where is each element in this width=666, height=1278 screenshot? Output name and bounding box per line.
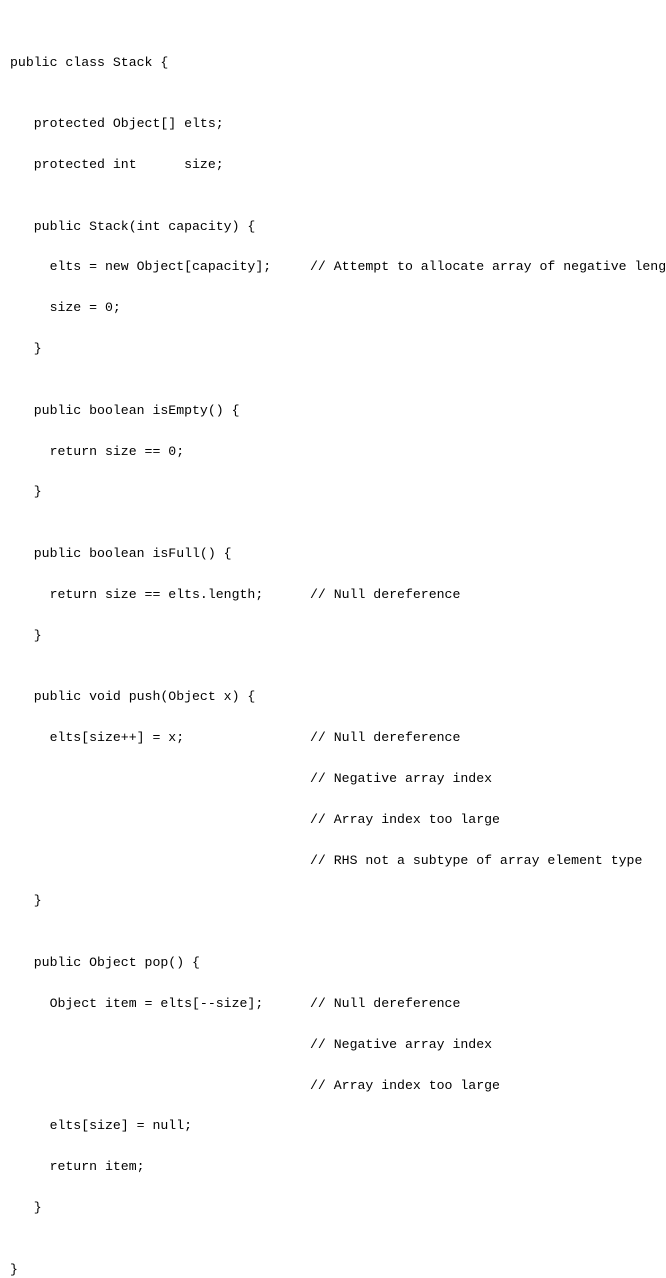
code-comment: // Negative array index	[310, 1035, 492, 1055]
code-line: public Object pop() {	[10, 953, 656, 973]
code-line: // RHS not a subtype of array element ty…	[10, 851, 656, 871]
code-line: // Negative array index	[10, 769, 656, 789]
code-line: protected Object[] elts;	[10, 114, 656, 134]
code-comment: // Attempt to allocate array of negative…	[310, 257, 666, 277]
code-comment: // Null dereference	[310, 585, 460, 605]
code-comment: // Array index too large	[310, 810, 500, 830]
code-line: // Array index too large	[10, 810, 656, 830]
code-comment: // Null dereference	[310, 994, 460, 1014]
code-line: protected int size;	[10, 155, 656, 175]
code-line: }	[10, 1260, 656, 1278]
code-line: // Array index too large	[10, 1076, 656, 1096]
code-fragment: elts[size++] = x;	[10, 728, 310, 748]
code-line: }	[10, 891, 656, 911]
code-line: return size == elts.length;// Null deref…	[10, 585, 656, 605]
code-line: public void push(Object x) {	[10, 687, 656, 707]
code-line: public class Stack {	[10, 53, 656, 73]
code-line: elts = new Object[capacity];// Attempt t…	[10, 257, 656, 277]
code-line: return size == 0;	[10, 442, 656, 462]
code-line: }	[10, 482, 656, 502]
code-comment: // Negative array index	[310, 769, 492, 789]
code-line: public boolean isFull() {	[10, 544, 656, 564]
code-line: elts[size] = null;	[10, 1116, 656, 1136]
code-fragment: return size == elts.length;	[10, 585, 310, 605]
code-line: public boolean isEmpty() {	[10, 401, 656, 421]
code-fragment: elts = new Object[capacity];	[10, 257, 310, 277]
code-comment: // RHS not a subtype of array element ty…	[310, 851, 642, 871]
code-comment: // Null dereference	[310, 728, 460, 748]
code-line: }	[10, 1198, 656, 1218]
code-fragment: Object item = elts[--size];	[10, 994, 310, 1014]
code-line: // Negative array index	[10, 1035, 656, 1055]
code-line: }	[10, 339, 656, 359]
code-line: elts[size++] = x;// Null dereference	[10, 728, 656, 748]
code-line: public Stack(int capacity) {	[10, 217, 656, 237]
code-comment: // Array index too large	[310, 1076, 500, 1096]
code-line: }	[10, 626, 656, 646]
code-line: return item;	[10, 1157, 656, 1177]
code-line: size = 0;	[10, 298, 656, 318]
code-line: Object item = elts[--size];// Null deref…	[10, 994, 656, 1014]
